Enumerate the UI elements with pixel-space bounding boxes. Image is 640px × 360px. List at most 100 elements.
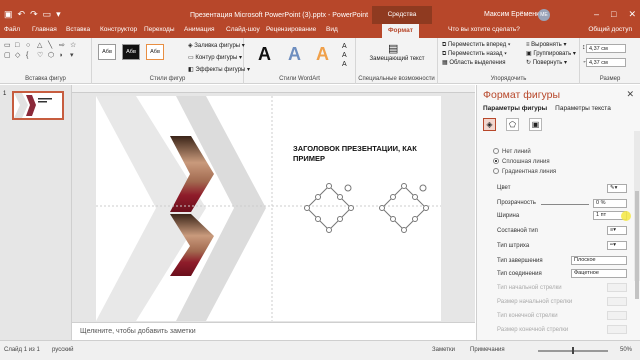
redo-icon[interactable]: ↷ — [30, 9, 38, 19]
moon-icon[interactable]: ◗ — [59, 52, 68, 60]
solid-line-radio[interactable]: Сплошная линия — [493, 158, 550, 165]
height-icon: ↕ — [582, 44, 586, 51]
start-slideshow-icon[interactable]: ▭ — [43, 9, 52, 19]
cursor-highlight — [621, 211, 631, 221]
tell-me-search[interactable]: Что вы хотите сделать? — [448, 26, 520, 33]
group-label: Стили WordArt — [279, 76, 320, 82]
tab-transitions[interactable]: Переходы — [144, 26, 175, 33]
shape-style-orange[interactable]: Абв — [146, 44, 164, 60]
language-indicator[interactable]: русский — [52, 347, 74, 353]
ribbon: ▭ □ ○ △ ╲ ⇨ ☆ ▢ ◇{♡ ⬡ ◗ ▾ Вставка фигур Абв Абв Аб… — [0, 38, 640, 84]
avatar[interactable]: МЕ — [538, 9, 550, 21]
shape-effects-button[interactable]: ◧ Эффекты фигуры ▾ — [188, 66, 250, 75]
more-shapes-icon[interactable]: ▾ — [70, 52, 79, 60]
transparency-input[interactable]: 0 % — [593, 199, 627, 208]
gradient-line-radio[interactable]: Градиентная линия — [493, 168, 556, 175]
share-button[interactable]: Общий доступ — [588, 26, 632, 33]
tab-view[interactable]: Вид — [326, 26, 338, 33]
selection-pane-button[interactable]: ▦ Область выделения — [442, 59, 510, 68]
brace-icon[interactable]: { — [26, 52, 35, 60]
alt-text-icon[interactable]: ▤ — [388, 42, 398, 55]
end-arrow-type-label: Тип конечной стрелки — [497, 313, 558, 319]
cap-type-select[interactable]: Плоское — [571, 256, 627, 265]
close-button[interactable]: ✕ — [628, 9, 636, 20]
textbox-icon[interactable]: ▭ — [4, 42, 13, 50]
pane-scrollbar[interactable] — [634, 131, 640, 299]
wordart-orange[interactable]: A — [316, 44, 329, 65]
minimize-button[interactable]: – — [594, 9, 599, 20]
shapes-gallery[interactable]: ▭ □ ○ △ ╲ ⇨ ☆ ▢ ◇{♡ ⬡ ◗ ▾ — [4, 42, 79, 60]
tab-designer[interactable]: Конструктор — [100, 26, 137, 33]
star-icon[interactable]: ☆ — [70, 42, 79, 50]
slide-thumbnail[interactable] — [12, 91, 64, 120]
begin-arrow-type-select — [607, 283, 627, 292]
undo-icon[interactable]: ↶ — [18, 9, 26, 19]
end-arrow-type-select — [607, 311, 627, 320]
user-name[interactable]: Максим Ерёменко — [484, 11, 543, 18]
shape-width-input[interactable]: 4,37 см — [586, 58, 626, 67]
slide-canvas[interactable]: ЗАГОЛОВОК ПРЕЗЕНТАЦИИ, КАК ПРИМЕР — [96, 96, 441, 321]
shape-format-commands: ◈ Заливка фигуры ▾ ▭ Контур фигуры ▾ ◧ Э… — [188, 42, 250, 75]
text-format-icons[interactable]: AAA — [342, 42, 347, 69]
shape-style-black[interactable]: Абв — [122, 44, 140, 60]
transparency-slider[interactable] — [541, 204, 589, 205]
tab-file[interactable]: Файл — [4, 26, 20, 33]
wordart-blue[interactable]: A — [288, 44, 301, 65]
bring-forward-button[interactable]: ⧉ Переместить вперед ▾ — [442, 41, 510, 50]
wordart-black[interactable]: A — [258, 44, 271, 65]
join-type-select[interactable]: Фацетное — [571, 269, 627, 278]
effects-icon[interactable]: ⬠ — [506, 118, 519, 131]
slide-title[interactable]: ЗАГОЛОВОК ПРЕЗЕНТАЦИИ, КАК ПРИМЕР — [293, 144, 441, 164]
shape-height-input[interactable]: 4,37 см — [586, 44, 626, 53]
join-type-label: Тип соединения — [497, 271, 542, 277]
no-line-radio[interactable]: Нет линий — [493, 148, 531, 155]
color-picker[interactable]: ✎▾ — [607, 184, 627, 193]
group-label: Упорядочить — [490, 76, 527, 82]
status-bar: Слайд 1 из 1 русский Заметки Примечания … — [0, 340, 640, 360]
scrollbar-thumb[interactable] — [635, 191, 639, 299]
fill-line-icon[interactable]: ◈ — [483, 118, 496, 131]
notes-area[interactable]: Щелкните, чтобы добавить заметки — [72, 322, 475, 340]
zoom-slider-knob[interactable] — [572, 347, 574, 354]
size-properties-icon[interactable]: ▣ — [529, 118, 542, 131]
tab-text-options[interactable]: Параметры текста — [555, 105, 611, 112]
alt-text-button[interactable]: Замещающий текст — [360, 56, 434, 63]
triangle-icon[interactable]: △ — [37, 42, 46, 50]
dash-type-select[interactable]: ┅▾ — [607, 241, 627, 250]
hexagon-icon[interactable]: ⬡ — [48, 52, 57, 60]
comments-button[interactable]: Примечания — [470, 347, 505, 353]
selected-diamond-left[interactable] — [304, 183, 354, 233]
customize-qat-icon[interactable]: ▾ — [56, 9, 61, 19]
rect-icon[interactable]: □ — [15, 42, 24, 50]
rounded-rect-icon[interactable]: ▢ — [4, 52, 13, 60]
send-backward-button[interactable]: ⧉ Переместить назад ▾ — [442, 50, 510, 59]
oval-icon[interactable]: ○ — [26, 42, 35, 50]
shape-outline-button[interactable]: ▭ Контур фигуры ▾ — [188, 54, 250, 63]
arrow-icon[interactable]: ⇨ — [59, 42, 68, 50]
tab-insert[interactable]: Вставка — [66, 26, 90, 33]
group-button[interactable]: ▣ Группировать ▾ — [526, 50, 576, 59]
maximize-button[interactable]: □ — [611, 9, 616, 20]
tab-slideshow[interactable]: Слайд-шоу — [226, 26, 260, 33]
slide-thumbnails-panel: 1 — [0, 85, 72, 340]
notes-button[interactable]: Заметки — [432, 347, 455, 353]
close-icon[interactable]: ✕ — [626, 89, 634, 100]
tab-shape-options[interactable]: Параметры фигуры — [483, 105, 547, 112]
tab-home[interactable]: Главная — [32, 26, 57, 33]
compound-type-select[interactable]: ≡▾ — [607, 226, 627, 235]
rotate-button[interactable]: ↻ Повернуть ▾ — [526, 59, 576, 68]
tab-format[interactable]: Формат — [382, 24, 419, 38]
callout-icon[interactable]: ◇ — [15, 52, 24, 60]
save-icon[interactable]: ▣ — [4, 9, 13, 19]
zoom-level[interactable]: 50% — [620, 347, 632, 353]
line-icon[interactable]: ╲ — [48, 42, 57, 50]
align-button[interactable]: ≡ Выровнять ▾ — [526, 41, 576, 50]
selected-diamond-right[interactable] — [379, 183, 429, 233]
horizontal-ruler — [72, 85, 475, 93]
tab-review[interactable]: Рецензирование — [266, 26, 316, 33]
shape-style-white[interactable]: Абв — [98, 44, 116, 60]
tab-animations[interactable]: Анимация — [184, 26, 215, 33]
heart-icon[interactable]: ♡ — [37, 52, 46, 60]
shape-fill-button[interactable]: ◈ Заливка фигуры ▾ — [188, 42, 250, 51]
arrange-left-commands: ⧉ Переместить вперед ▾ ⧉ Переместить наз… — [442, 41, 510, 68]
